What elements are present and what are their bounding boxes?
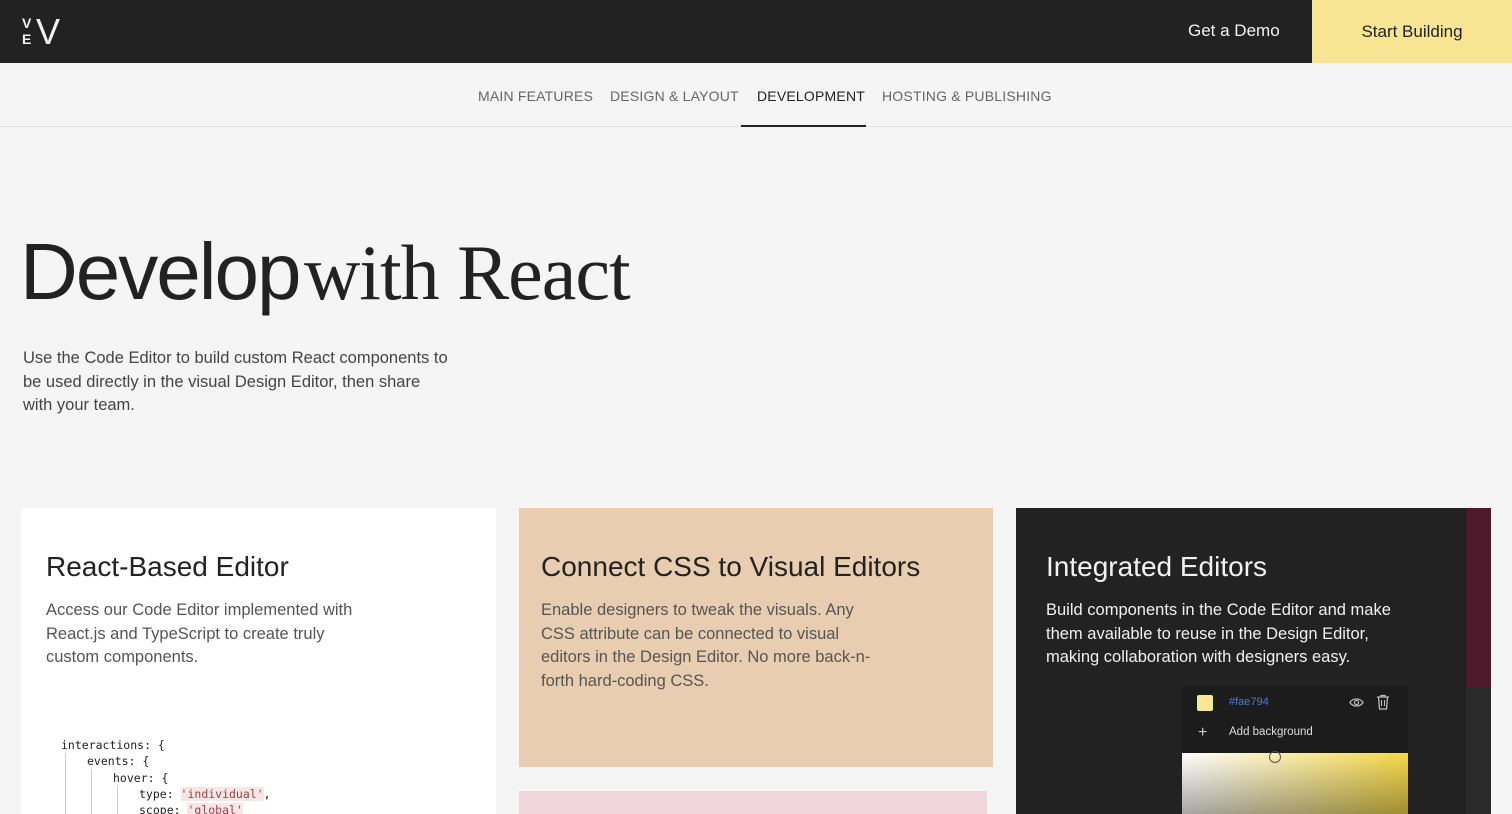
tab-design-layout[interactable]: DESIGN & LAYOUT [610, 88, 739, 104]
decorative-stripe [1466, 688, 1491, 814]
tab-development[interactable]: DEVELOPMENT [757, 88, 865, 104]
tab-main-features[interactable]: MAIN FEATURES [478, 88, 593, 104]
card-text: Access our Code Editor implemented with … [46, 601, 353, 666]
card-title: React-Based Editor [46, 551, 289, 582]
get-a-demo-link[interactable]: Get a Demo [1188, 21, 1280, 41]
trash-icon[interactable] [1376, 694, 1390, 710]
code-line: hover: { [113, 770, 169, 785]
code-line: events: { [87, 754, 150, 769]
card-connect-css: Connect CSS to Visual Editors Enable des… [519, 508, 993, 767]
code-snippet: interactions: { events: { hover: { type:… [61, 737, 271, 814]
logo-letter-e: E [22, 31, 31, 47]
color-hex-value[interactable]: #fae794 [1229, 696, 1269, 708]
page-description: Use the Code Editor to build custom Reac… [23, 349, 448, 414]
decorative-stripe [1466, 508, 1491, 688]
code-line: scope: 'global' [61, 802, 271, 814]
card-text: Enable designers to tweak the visuals. A… [541, 601, 871, 690]
next-card-peek [519, 791, 987, 814]
card-react-based-editor: React-Based Editor Access our Code Edito… [21, 508, 496, 814]
logo-letter-v-large: V [36, 14, 60, 48]
eye-icon[interactable] [1349, 695, 1364, 710]
logo-letter-v-small: V [22, 15, 32, 31]
add-background-button[interactable]: Add background [1229, 726, 1313, 738]
code-line: type: 'individual', [139, 786, 271, 801]
nav-industries[interactable]: Industries [68, 0, 137, 17]
code-line: interactions: { [61, 738, 165, 752]
feature-tabs: MAIN FEATURES DESIGN & LAYOUT DEVELOPMEN… [0, 63, 1512, 127]
card-title: Integrated Editors [1046, 551, 1268, 582]
nav-inspiration[interactable]: Inspiration [141, 0, 215, 17]
card-title: Connect CSS to Visual Editors [541, 551, 921, 582]
card-integrated-editors: Integrated Editors Build components in t… [1016, 508, 1491, 814]
card-text: Build components in the Code Editor and … [1046, 601, 1391, 666]
plus-icon[interactable]: + [1198, 725, 1207, 741]
background-editor-panel: #fae794 + Add background [1182, 686, 1408, 814]
logo[interactable]: V E V [22, 14, 66, 48]
color-picker-gradient[interactable] [1182, 751, 1408, 814]
page-title-serif: with React [303, 229, 631, 316]
color-picker-handle[interactable] [1269, 751, 1281, 763]
page-title: Develop with React [20, 232, 631, 312]
tab-hosting-publishing[interactable]: HOSTING & PUBLISHING [882, 88, 1052, 104]
active-tab-indicator [741, 125, 866, 127]
nav-learn[interactable]: Learn [273, 0, 314, 17]
page-title-sans: Develop [20, 227, 302, 316]
nav-pricing[interactable]: Pricing [220, 0, 269, 17]
top-navigation-bar: V E V Features Industries Inspiration Pr… [0, 0, 1512, 63]
start-building-button[interactable]: Start Building [1312, 0, 1512, 63]
color-swatch[interactable] [1197, 695, 1213, 711]
